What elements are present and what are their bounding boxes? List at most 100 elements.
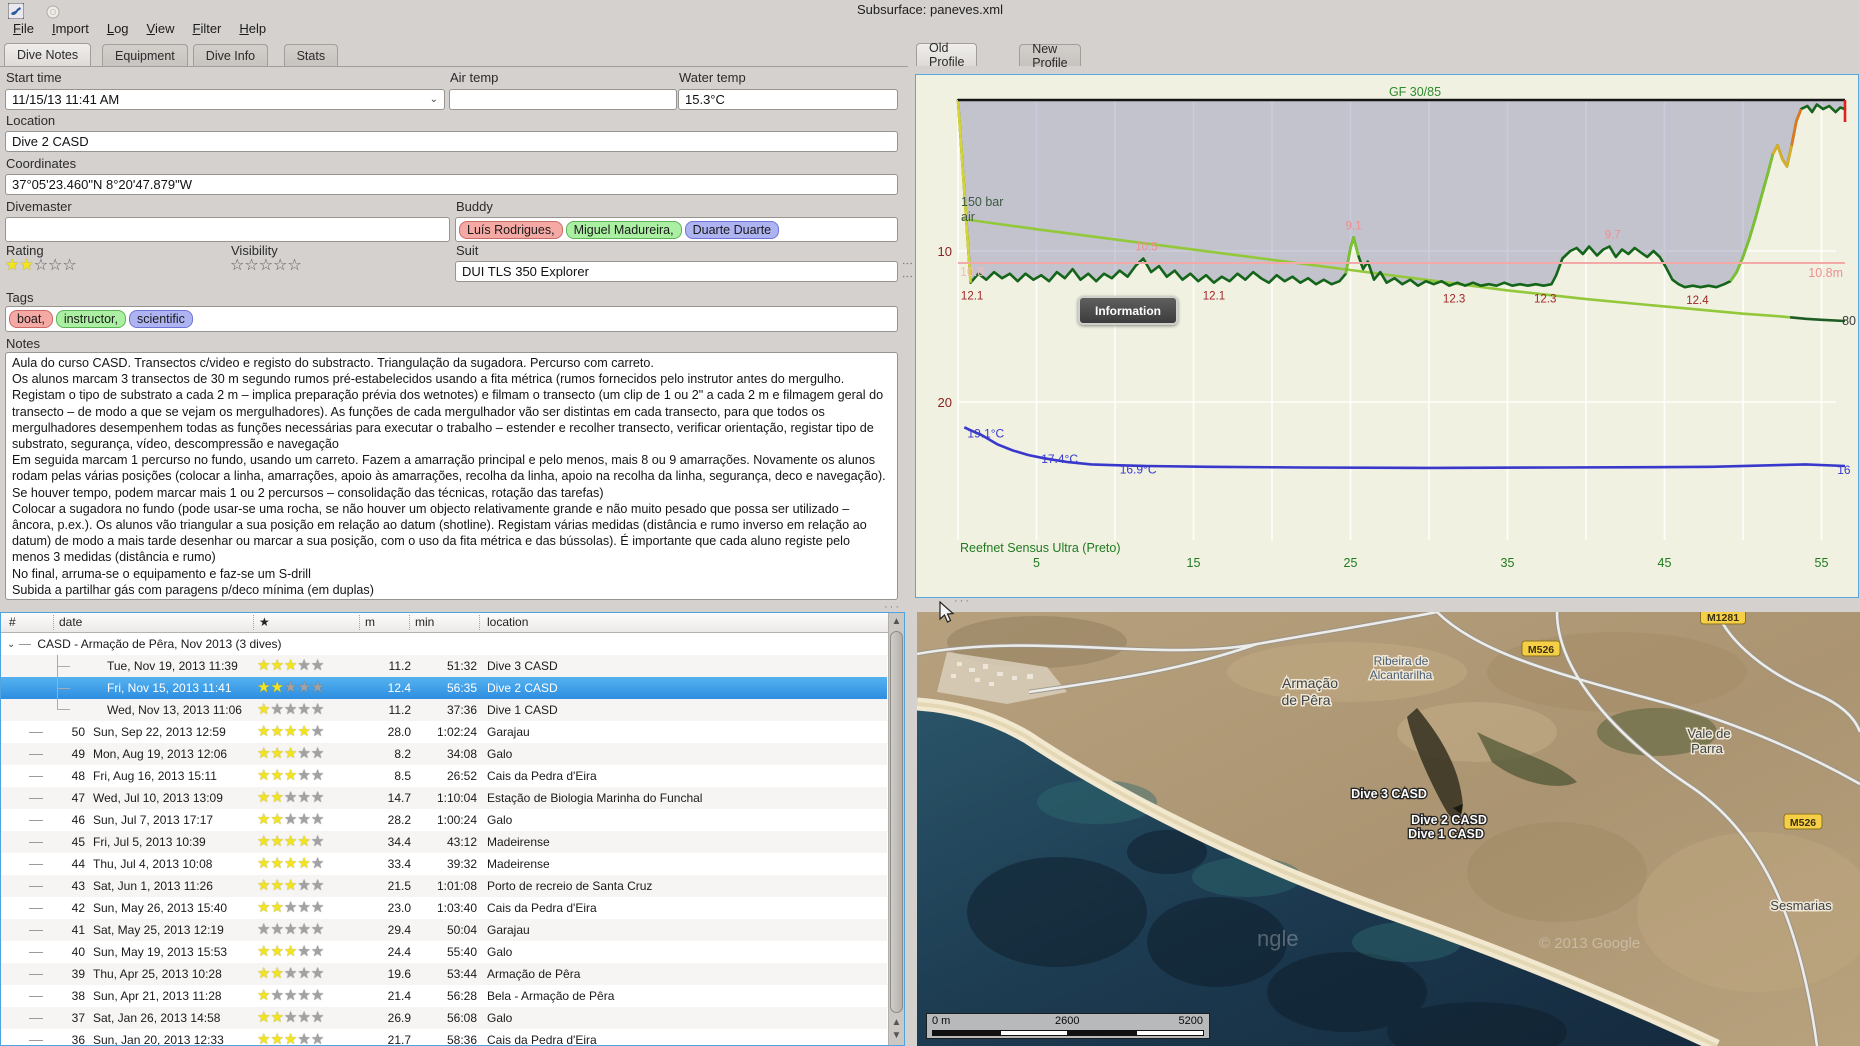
start-pressure-label: 150 bar [961,195,1003,209]
tab-dive-info[interactable]: Dive Info [192,44,269,66]
dive-row-42[interactable]: 42 Sun, May 26, 2013 15:40 ★★★★★ 23.0 1:03:4… [1,897,887,919]
road-badge-label: M1281 [1707,612,1739,624]
collapse-icon[interactable]: ⌄ [7,639,15,650]
information-button[interactable]: Information [1078,296,1178,325]
menu-log[interactable]: Log [98,18,138,39]
tag-pill-instructor-[interactable]: instructor, [55,310,126,328]
dive-row-48[interactable]: 48 Fri, Aug 16, 2013 15:11 ★★★★★ 8.5 26:52 Ca… [1,765,887,787]
notes-textarea[interactable]: Aula do curso CASD. Transectos c/video e… [5,352,898,600]
tab-stats[interactable]: Stats [283,44,339,66]
buddy-pill-miguel-madureira-[interactable]: Miguel Madureira, [565,220,682,239]
rating-stars[interactable]: ★★☆☆☆ [5,257,77,275]
profile-map-splitter[interactable]: ··· [908,595,1860,612]
panel-splitter-handle[interactable]: ⋮⋮ [901,258,913,284]
dive-number: 48 [71,769,85,783]
scrollbar-thumb[interactable] [890,631,903,1013]
buddy-pill-luís-rodrigues-[interactable]: Luís Rodrigues, [459,220,563,239]
start-time-combo[interactable]: 11/15/13 11:41 AM ⌄ [5,89,445,110]
tags-field[interactable]: boat, instructor, scientific [5,306,898,332]
divemaster-field[interactable] [5,217,450,242]
menu-file[interactable]: File [4,18,43,39]
dive-row-39[interactable]: 39 Thu, Apr 25, 2013 10:28 ★★★★★ 19.6 53:44 A… [1,963,887,985]
buddy-pill-duarte-duarte[interactable]: Duarte Duarte [684,220,780,239]
dive-row-36[interactable]: 36 Sun, Jan 20, 2013 12:33 ★★★★★ 21.7 58:36 C… [1,1029,887,1046]
location-field[interactable]: Dive 2 CASD [5,131,898,152]
dive-duration: 1:01:08 [436,879,477,893]
depth-tick-10: 10 [938,244,952,259]
star-2: ★ [270,679,284,696]
dive-row-38[interactable]: 38 Sun, Apr 21, 2013 11:28 ★★★★★ 21.4 56:28 B… [1,985,887,1007]
column-header-stars[interactable]: ★ [259,615,270,629]
dive-rating: ★★★★★ [257,834,343,850]
titlebar: Subsurface: paneves.xml [0,0,1860,19]
scroll-up-icon[interactable]: ▲ [889,616,904,628]
tag-pill-boat-[interactable]: boat, [9,310,53,328]
dive-row-43[interactable]: 43 Sat, Jun 1, 2013 11:26 ★★★★★ 21.5 1:01:08… [1,875,887,897]
dive-row-46[interactable]: 46 Sun, Jul 7, 2013 17:17 ★★★★★ 28.2 1:00:24… [1,809,887,831]
dive-row-dive-1-casd[interactable]: Wed, Nov 13, 2013 11:06 ★★★★★ 11.2 37:36 Div… [1,699,887,721]
dive-row-45[interactable]: 45 Fri, Jul 5, 2013 10:39 ★★★★★ 34.4 43:12 Ma… [1,831,887,853]
dive-location: Madeirense [487,857,550,871]
buddy-field[interactable]: Luís Rodrigues, Miguel Madureira, Duarte D… [455,217,898,242]
air-temp-field[interactable] [449,89,677,110]
dive-row-47[interactable]: 47 Wed, Jul 10, 2013 13:09 ★★★★★ 14.7 1:10:0… [1,787,887,809]
star-5: ★ [310,987,325,1004]
dive-row-50[interactable]: 50 Sun, Sep 22, 2013 12:59 ★★★★★ 28.0 1:02:2… [1,721,887,743]
star-4: ★ [297,1031,311,1046]
dive-number: 37 [71,1011,85,1025]
star-4: ★ [297,877,311,894]
map[interactable]: M526 M526 M1281 Armação de Pêra Ribeira de Al… [917,612,1860,1046]
water-temp-field[interactable]: 15.3°C [678,89,898,110]
column-header-m[interactable]: m [365,615,375,629]
dive-row-dive-2-casd[interactable]: Fri, Nov 15, 2013 11:41 ★★★★★ 12.4 56:35 Div… [1,677,887,699]
column-header-min[interactable]: min [415,615,434,629]
menu-help[interactable]: Help [230,18,275,39]
column-header-location[interactable]: location [487,615,528,629]
star-4: ★ [297,811,311,828]
dive-location: Galo [487,945,513,959]
column-header-num[interactable]: # [9,615,16,629]
scroll-down-icon[interactable]: ▼ [889,1030,904,1042]
menu-bar: File Import Log View Filter Help [4,18,275,42]
dive-row-37[interactable]: 37 Sat, Jan 26, 2013 14:58 ★★★★★ 26.9 56:08 G… [1,1007,887,1029]
dive-number: 43 [71,879,85,893]
tag-pill-scientific[interactable]: scientific [129,310,193,328]
tab-old-profile[interactable]: Old Profile [916,41,978,69]
star-2: ★ [270,745,284,762]
star-1: ★ [257,965,271,982]
scroll-up2-icon[interactable]: ▲ [889,1017,904,1029]
column-header-date[interactable]: date [59,615,82,629]
scale-end: 5200 [1178,1015,1203,1027]
dive-rating: ★★★★★ [257,922,343,938]
dive-number: 45 [71,835,85,849]
dive-row-49[interactable]: 49 Mon, Aug 19, 2013 12:06 ★★★★★ 8.2 34:08 Ga… [1,743,887,765]
star-4: ☆ [48,257,63,274]
menu-filter[interactable]: Filter [183,18,230,39]
star-3: ★ [283,987,298,1004]
visibility-stars[interactable]: ☆☆☆☆☆ [230,257,302,275]
star-2: ★ [270,965,284,982]
tab-new-profile[interactable]: New Profile [1019,42,1081,70]
dive-row-40[interactable]: 40 Sun, May 19, 2013 15:53 ★★★★★ 24.4 55:40 G… [1,941,887,963]
dive-rating: ★★★★★ [257,1032,343,1046]
notes-divelist-splitter[interactable]: ··· [0,601,908,613]
tab-equipment[interactable]: Equipment [102,44,188,66]
coordinates-field[interactable]: 37°05'23.460"N 8°20'47.879"W [5,174,898,195]
star-1: ★ [257,877,271,894]
trip-group-row[interactable]: ⌄ CASD - Armação de Pêra, Nov 2013 (3 div… [1,633,887,655]
dive-list-scrollbar[interactable]: ▲ ▲ ▼ [888,613,904,1045]
star-1: ★ [257,987,271,1004]
dive-list[interactable]: # date ★ m min location ⌄ CASD - Armação de Pê… [0,612,905,1046]
menu-view[interactable]: View [138,18,184,39]
tab-dive-notes[interactable]: Dive Notes [4,43,92,66]
mean-depth-label: 10.8m [1808,266,1843,280]
suit-field[interactable]: DUI TLS 350 Explorer [455,261,898,282]
dive-row-41[interactable]: 41 Sat, May 25, 2013 12:19 ★★★★★ 29.4 50:04 G… [1,919,887,941]
menu-import[interactable]: Import [43,18,98,39]
dive-duration: 34:08 [446,747,477,761]
dive-location: Galo [487,747,513,761]
temp-annotation: 16 [1837,463,1851,477]
dive-row-44[interactable]: 44 Thu, Jul 4, 2013 10:08 ★★★★★ 33.4 39:32 Ma… [1,853,887,875]
dive-row-dive-3-casd[interactable]: Tue, Nov 19, 2013 11:39 ★★★★★ 11.2 51:32 Div… [1,655,887,677]
star-5: ★ [310,1031,325,1046]
